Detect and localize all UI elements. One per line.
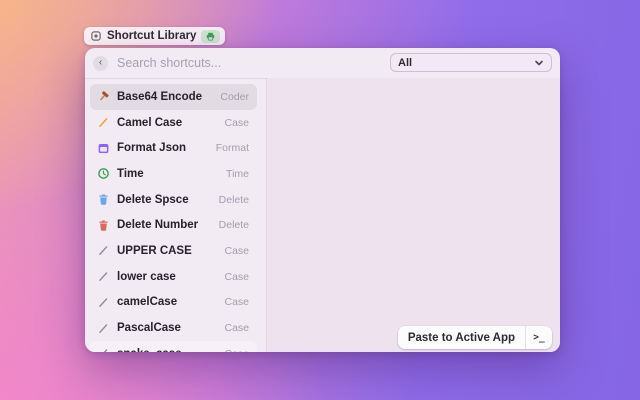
screen: Shortcut Library ‹ All Base64 Encode Code… (0, 0, 640, 400)
pencil-icon (97, 116, 110, 129)
shortcut-category-tag: Case (224, 322, 249, 335)
slash-icon (97, 270, 110, 283)
shortcut-name: PascalCase (117, 322, 181, 335)
shortcut-library-window: ‹ All Base64 Encode Coder Camel Case Case Fo… (85, 48, 560, 352)
dropdown-selected-value: All (398, 56, 413, 69)
detail-content-area (267, 78, 560, 352)
shortcut-category-tag: Delete (218, 193, 249, 206)
paste-to-active-app-button[interactable]: Paste to Active App (398, 332, 525, 344)
list-item[interactable]: Camel Case Case (90, 110, 257, 136)
list-item[interactable]: PascalCase Case (90, 315, 257, 341)
shortcut-name: Delete Spsce (117, 193, 189, 206)
slash-icon (97, 322, 110, 335)
shortcut-name: Time (117, 167, 144, 180)
slash-icon (97, 244, 110, 257)
terminal-icon[interactable]: >_ (526, 332, 552, 343)
list-item[interactable]: Base64 Encode Coder (90, 84, 257, 110)
clock-icon (97, 167, 110, 180)
search-toolbar: ‹ All (85, 48, 560, 79)
slash-icon (97, 347, 110, 352)
printer-icon[interactable] (201, 29, 221, 43)
back-button[interactable]: ‹ (93, 55, 108, 71)
shortcut-name: snake_case (117, 348, 224, 352)
list-item[interactable]: UPPER CASE Case (90, 238, 257, 264)
app-title: Shortcut Library (107, 30, 197, 42)
shortcut-name: Base64 Encode (117, 90, 203, 103)
shortcut-category-tag: Case (224, 116, 249, 129)
paste-button-group: Paste to Active App >_ (397, 326, 552, 349)
list-item[interactable]: Time Time (90, 161, 257, 187)
shortcut-name: Camel Case (117, 116, 183, 129)
app-window-icon (90, 30, 102, 42)
shortcut-category-tag: Case (224, 270, 249, 283)
slash-icon (97, 296, 110, 309)
shortcut-category-tag: Delete (218, 219, 249, 232)
list-item[interactable]: camelCase Case (90, 290, 257, 316)
shortcut-name: UPPER CASE (117, 244, 192, 257)
shortcut-category-tag: Format (215, 142, 249, 155)
list-item[interactable]: Delete Number Delete (90, 212, 257, 238)
shortcut-name: lower case (117, 270, 176, 283)
shortcut-category-tag: Case (224, 348, 249, 352)
trash-blue-icon (97, 193, 110, 206)
chevron-down-icon (534, 58, 544, 68)
category-filter-dropdown[interactable]: All (390, 53, 552, 72)
shortcut-name: Format Json (117, 142, 187, 155)
shortcut-name: Delete Number (117, 219, 199, 232)
list-item[interactable]: Format Json Format (90, 135, 257, 161)
list-item[interactable]: Delete Spsce Delete (90, 187, 257, 213)
shortcut-category-tag: Case (224, 296, 249, 309)
shortcut-name: camelCase (117, 296, 178, 309)
window-body: Base64 Encode Coder Camel Case Case Format J… (85, 78, 560, 352)
shortcut-category-tag: Time (226, 167, 249, 180)
shortcut-list: Base64 Encode Coder Camel Case Case Format J… (85, 78, 267, 352)
trash-red-icon (97, 219, 110, 232)
shortcut-category-tag: Coder (220, 90, 249, 103)
hammer-icon (97, 90, 110, 103)
list-item[interactable]: lower case Case (90, 264, 257, 290)
shortcut-category-tag: Case (224, 244, 249, 257)
json-window-icon (97, 142, 110, 155)
menubar-app-pill[interactable]: Shortcut Library (84, 27, 226, 45)
list-item[interactable]: snake_caseCase (90, 340, 257, 352)
